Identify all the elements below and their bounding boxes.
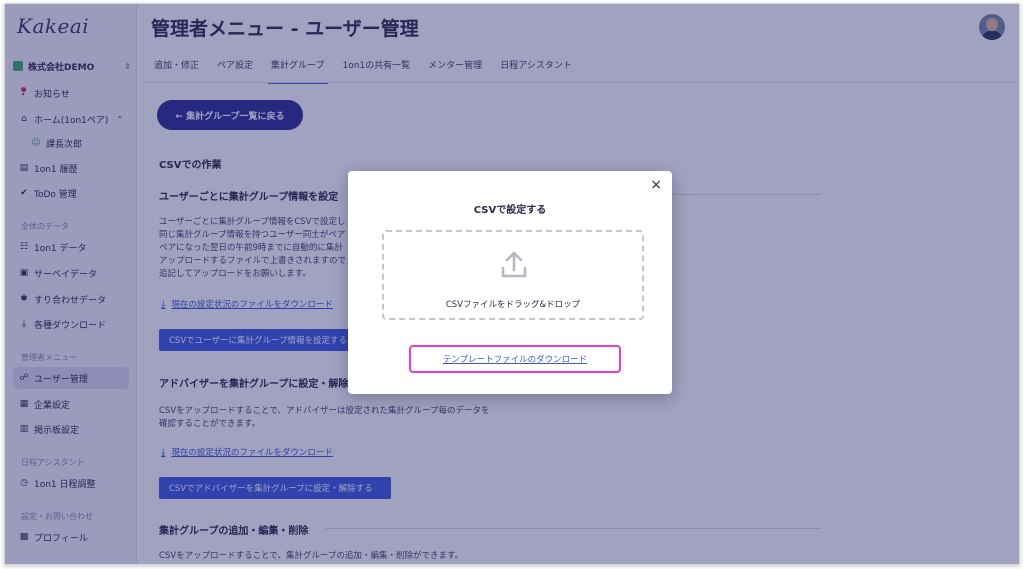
template-highlight: テンプレートファイルのダウンロード bbox=[409, 345, 621, 373]
close-icon[interactable]: × bbox=[650, 177, 662, 193]
modal-title: CSVで設定する bbox=[473, 205, 547, 216]
upload-icon bbox=[501, 251, 527, 278]
template-download-link[interactable]: テンプレートファイルのダウンロード bbox=[443, 353, 587, 365]
app-window: Kakeai 株式会社DEMO ⇕ ♪ お知らせ ⌂ ホーム(1on1ペア) ⌃… bbox=[4, 3, 1020, 565]
dropzone-text: CSVファイルをドラッグ&ドロップ bbox=[445, 300, 581, 310]
csv-upload-modal: × CSVで設定する CSVファイルをドラッグ&ドロップ テンプレートファイルの… bbox=[348, 171, 672, 394]
csv-dropzone[interactable]: CSVファイルをドラッグ&ドロップ bbox=[382, 230, 644, 320]
